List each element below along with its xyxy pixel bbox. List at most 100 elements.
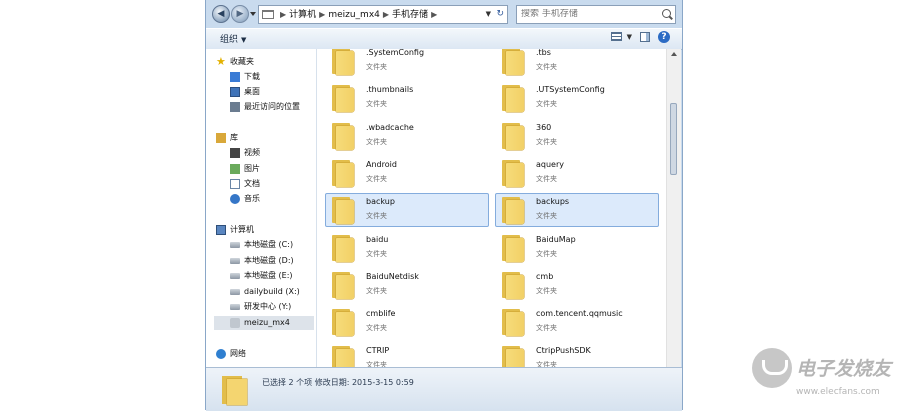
folder-icon xyxy=(332,85,354,113)
folder-item[interactable]: CtripPushSDK 文件夹 xyxy=(495,342,659,367)
folder-name: baidu xyxy=(366,234,389,244)
folder-name: backups xyxy=(536,197,570,207)
scrollbar-thumb[interactable] xyxy=(670,103,677,175)
folder-item[interactable]: .thumbnails 文件夹 xyxy=(325,81,489,115)
folder-icon xyxy=(332,346,354,367)
watermark-url: www.elecfans.com xyxy=(796,387,880,397)
address-history-icon[interactable]: ▼ xyxy=(486,6,491,23)
refresh-icon[interactable]: ↻ xyxy=(496,6,504,23)
folder-name: .tbs xyxy=(536,49,551,57)
command-bar: 组织 ▼ ▼ ? xyxy=(206,28,682,50)
organize-button[interactable]: 组织 ▼ xyxy=(220,32,246,45)
folder-item[interactable]: .wbadcache 文件夹 xyxy=(325,119,489,153)
library-icon xyxy=(216,133,226,143)
folder-name: .wbadcache xyxy=(366,122,414,132)
folder-item[interactable]: cmb 文件夹 xyxy=(495,268,659,302)
folder-name: .SystemConfig xyxy=(366,49,425,57)
help-icon[interactable]: ? xyxy=(658,31,670,43)
folder-item[interactable]: backups 文件夹 xyxy=(495,193,659,228)
preview-pane-icon[interactable] xyxy=(640,32,650,42)
folder-icon xyxy=(502,234,524,262)
folder-item[interactable]: backup 文件夹 xyxy=(325,193,489,228)
system-drive-icon xyxy=(230,242,240,248)
chevron-down-icon: ▼ xyxy=(241,36,247,44)
elecfans-logo-icon xyxy=(752,348,792,388)
folder-type: 文件夹 xyxy=(366,286,387,295)
folder-icon xyxy=(332,197,354,225)
folder-item[interactable]: BaiduNetdisk 文件夹 xyxy=(325,268,489,302)
drive-icon xyxy=(230,273,240,279)
explorer-window: ◀ ▶ ▶计算机▶meizu_mx4▶手机存储▶ ▼ ↻ 组织▼ ▼ ? ★收藏… xyxy=(205,0,683,411)
folder-name: BaiduMap xyxy=(536,234,576,244)
folder-item[interactable]: .UTSystemConfig 文件夹 xyxy=(495,81,659,115)
folder-type: 文件夹 xyxy=(536,100,557,109)
folder-type: 文件夹 xyxy=(366,361,387,367)
network-icon xyxy=(216,349,226,359)
folder-item[interactable]: BaiduMap 文件夹 xyxy=(495,231,659,265)
breadcrumb-storage[interactable]: 手机存储 xyxy=(392,10,428,20)
folder-name: CTRIP xyxy=(366,346,390,356)
watermark-brand: 电子发烧友 xyxy=(796,358,892,380)
folder-type: 文件夹 xyxy=(536,361,557,367)
address-bar[interactable]: ▶ 计算机 ▶ meizu_mx4 ▶ 手机存储 ▶ ▼ ↻ xyxy=(258,5,508,24)
search-box[interactable] xyxy=(516,5,676,24)
vertical-scrollbar[interactable] xyxy=(666,49,681,367)
address-row: ◀ ▶ ▶ 计算机 ▶ meizu_mx4 ▶ 手机存储 ▶ ▼ ↻ xyxy=(206,2,682,28)
recent-pages-dropdown-icon[interactable] xyxy=(250,12,256,16)
folder-icon xyxy=(332,159,354,187)
folder-type: 文件夹 xyxy=(536,249,557,258)
folder-type: 文件夹 xyxy=(536,324,557,333)
forward-arrow-icon: ▶ xyxy=(236,9,244,19)
folder-name: .UTSystemConfig xyxy=(536,85,605,95)
folder-type: 文件夹 xyxy=(536,63,557,71)
folder-name: .thumbnails xyxy=(366,85,414,95)
folder-item[interactable]: CTRIP 文件夹 xyxy=(325,342,489,367)
folder-item[interactable]: baidu 文件夹 xyxy=(325,231,489,265)
scroll-up-icon[interactable] xyxy=(671,52,677,56)
folder-name: com.tencent.qqmusic xyxy=(536,309,623,319)
folder-icon xyxy=(332,309,354,337)
network-drive-icon xyxy=(230,289,240,295)
computer-icon xyxy=(216,225,226,235)
folder-item[interactable]: .SystemConfig 文件夹 xyxy=(325,49,489,78)
folder-item[interactable]: 360 文件夹 xyxy=(495,119,659,153)
folder-type: 文件夹 xyxy=(536,137,557,146)
picture-library-icon xyxy=(230,164,240,174)
folder-icon xyxy=(502,197,524,225)
desktop-icon xyxy=(230,87,240,97)
computer-crumb-icon xyxy=(262,10,274,19)
folder-icon xyxy=(332,49,354,75)
folder-item[interactable]: .tbs 文件夹 xyxy=(495,49,659,78)
folder-type: 文件夹 xyxy=(366,174,387,183)
views-dropdown-icon[interactable]: ▼ xyxy=(627,33,632,41)
folder-item[interactable]: aquery 文件夹 xyxy=(495,156,659,190)
folder-icon xyxy=(332,234,354,262)
folder-name: aquery xyxy=(536,159,564,169)
folder-type: 文件夹 xyxy=(366,249,387,258)
folder-item[interactable]: Android 文件夹 xyxy=(325,156,489,190)
search-input[interactable] xyxy=(521,9,641,19)
forward-button[interactable]: ▶ xyxy=(231,5,249,23)
folder-name: BaiduNetdisk xyxy=(366,271,419,281)
phone-device-icon xyxy=(230,318,240,328)
recent-places-icon xyxy=(230,102,240,112)
folder-type: 文件夹 xyxy=(366,212,387,221)
download-folder-icon xyxy=(230,72,240,82)
folder-name: cmb xyxy=(536,271,554,281)
breadcrumb-computer[interactable]: 计算机 xyxy=(289,10,316,20)
nav-item-meizu-mx4[interactable]: meizu_mx4 xyxy=(214,316,314,330)
folder-type: 文件夹 xyxy=(536,286,557,295)
watermark: 电子发烧友 www.elecfans.com xyxy=(752,348,892,404)
breadcrumb-device[interactable]: meizu_mx4 xyxy=(328,10,380,20)
back-button[interactable]: ◀ xyxy=(212,5,230,23)
network-drive-icon xyxy=(230,304,240,310)
folder-name: cmblife xyxy=(366,309,396,319)
folder-icon xyxy=(502,159,524,187)
folder-icon xyxy=(332,271,354,299)
folder-item[interactable]: com.tencent.qqmusic 文件夹 xyxy=(495,305,659,339)
folder-type: 文件夹 xyxy=(536,174,557,183)
folder-item[interactable]: cmblife 文件夹 xyxy=(325,305,489,339)
music-library-icon xyxy=(230,194,240,204)
views-icon[interactable] xyxy=(611,32,622,41)
search-icon[interactable] xyxy=(662,9,671,18)
